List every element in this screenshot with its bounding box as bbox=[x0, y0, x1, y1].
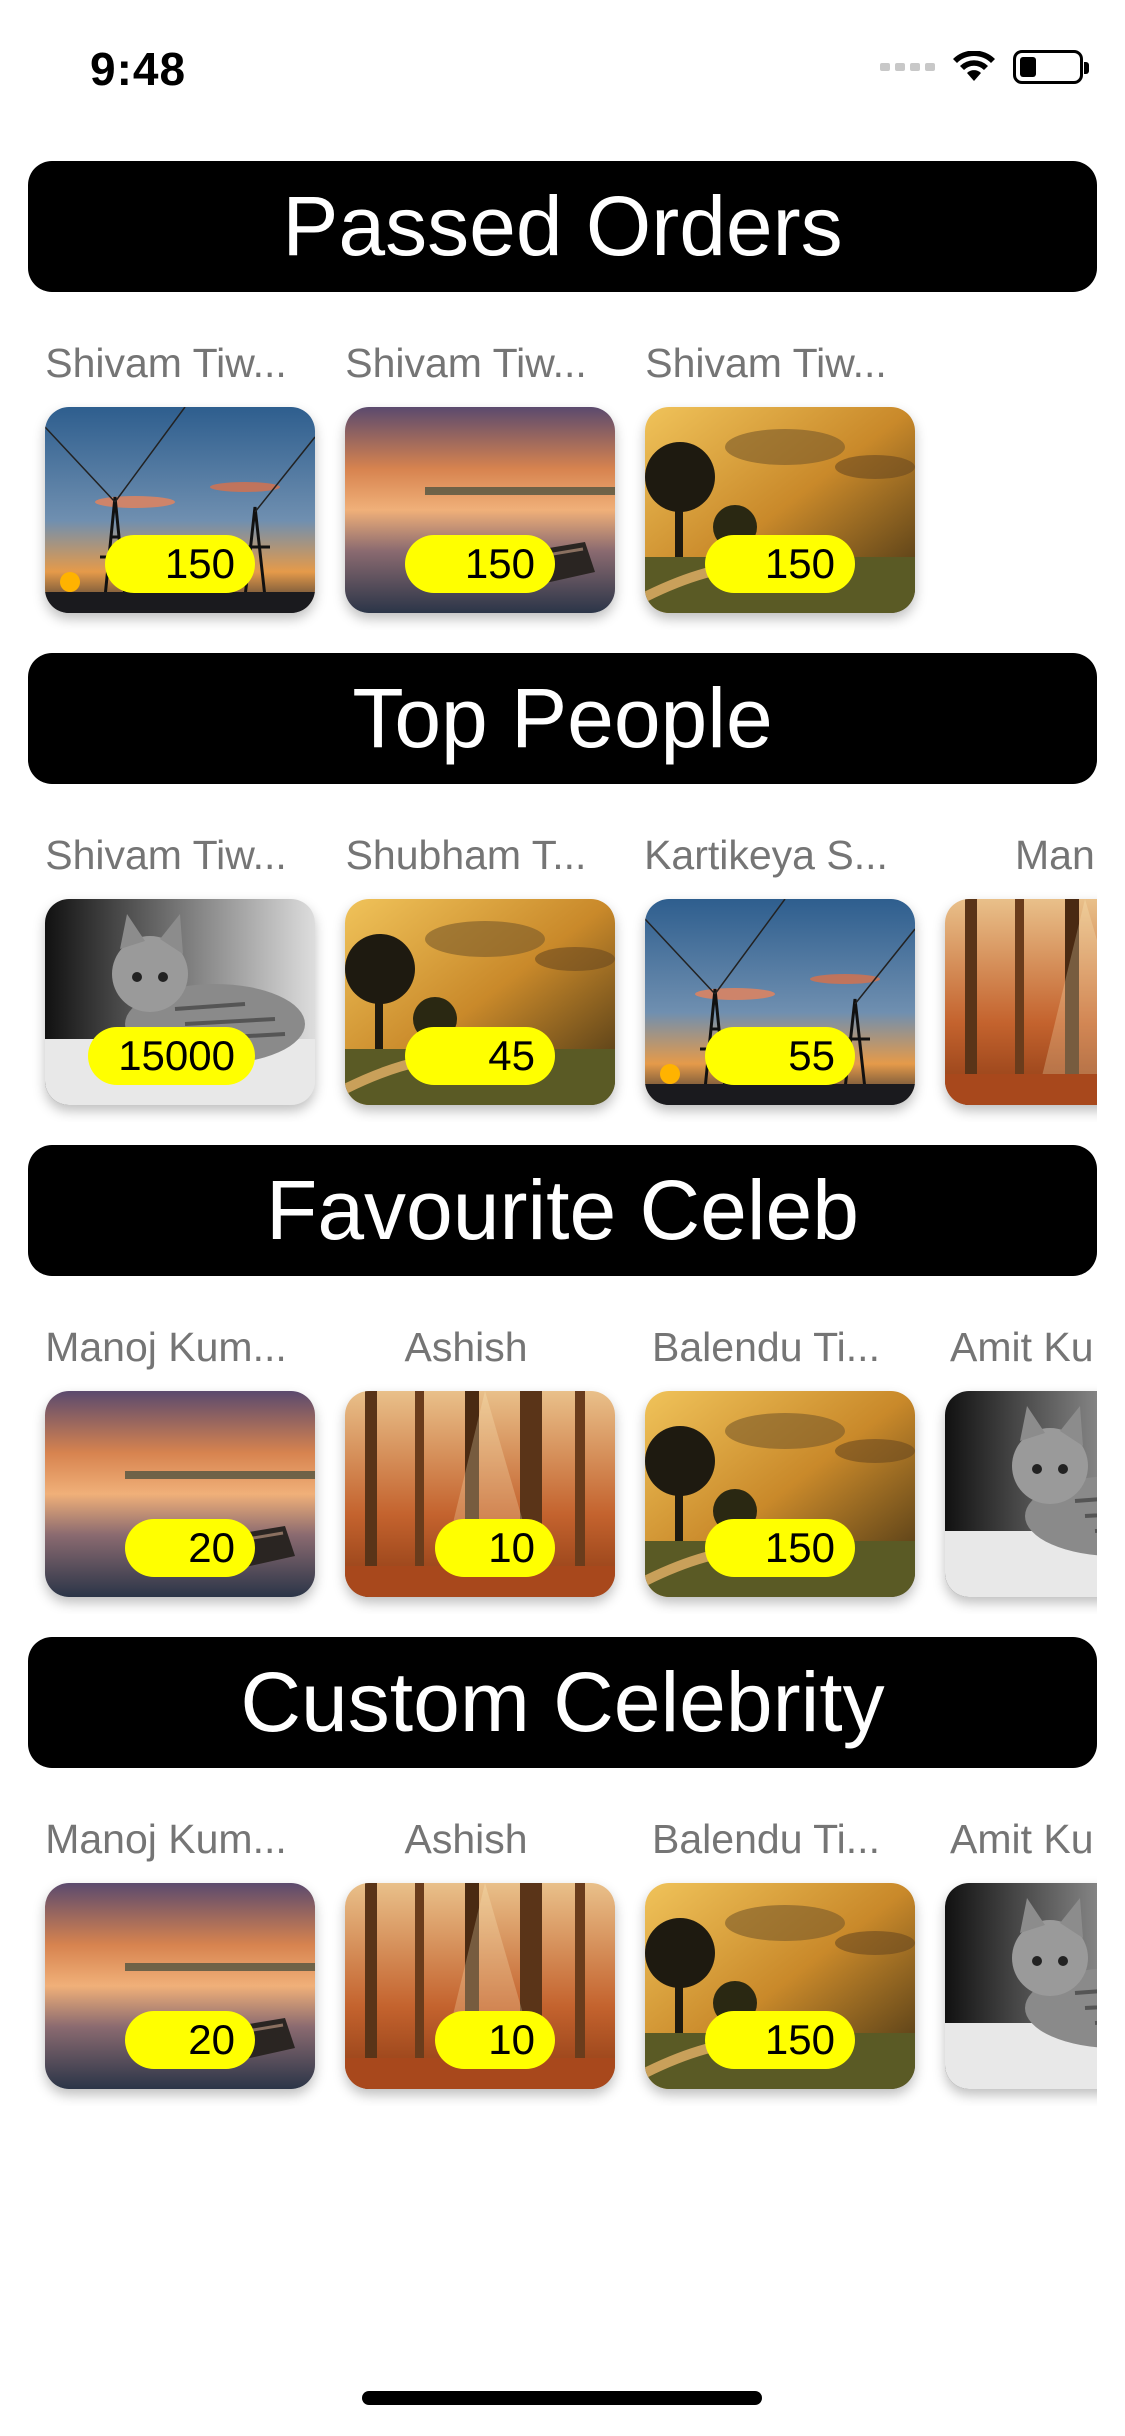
card-name: Shivam Tiw... bbox=[45, 340, 287, 386]
status-time: 9:48 bbox=[90, 43, 187, 95]
person-card[interactable]: Shubham T... 45 bbox=[330, 832, 615, 1122]
card-image[interactable]: 150 bbox=[345, 407, 615, 613]
person-card[interactable]: Manoj Kum... 20 bbox=[30, 1816, 315, 2106]
person-card[interactable]: Manoj Kum... 20 bbox=[30, 1324, 315, 1614]
card-image[interactable]: 55 bbox=[645, 899, 915, 1105]
value-badge: 20 bbox=[125, 2011, 255, 2069]
card-image[interactable]: 10 bbox=[345, 1391, 615, 1597]
person-card[interactable]: Shivam Tiw... 15000 bbox=[30, 832, 315, 1122]
value-badge: 150 bbox=[705, 2011, 855, 2069]
card-name: Kartikeya S... bbox=[644, 832, 888, 878]
card-name: Amit Ku bbox=[950, 1324, 1094, 1370]
person-card[interactable]: Amit Ku 20 bbox=[930, 1816, 1097, 2106]
value-badge: 10 bbox=[435, 1519, 555, 1577]
value-badge: 150 bbox=[105, 535, 255, 593]
card-name: Shubham T... bbox=[345, 832, 587, 878]
card-image[interactable]: 20 bbox=[45, 1883, 315, 2089]
card-image[interactable]: 20 bbox=[945, 1391, 1097, 1597]
card-image[interactable]: 45 bbox=[345, 899, 615, 1105]
home-indicator[interactable] bbox=[362, 2391, 762, 2405]
value-badge: 150 bbox=[705, 535, 855, 593]
card-name: Balendu Ti... bbox=[652, 1816, 880, 1862]
card-image[interactable]: 15000 bbox=[45, 899, 315, 1105]
card-name: Balendu Ti... bbox=[652, 1324, 880, 1370]
person-card[interactable]: Amit Ku 20 bbox=[930, 1324, 1097, 1614]
photo-thumbnail bbox=[945, 1883, 1097, 2089]
person-card[interactable]: Shivam Tiw... 150 bbox=[330, 340, 615, 630]
card-name: Shivam Tiw... bbox=[645, 340, 887, 386]
value-badge: 10 bbox=[435, 2011, 555, 2069]
card-name: Shivam Tiw... bbox=[45, 832, 287, 878]
wifi-icon bbox=[953, 51, 995, 81]
card-image[interactable]: 150 bbox=[645, 1883, 915, 2089]
card-image[interactable]: 10 bbox=[345, 1883, 615, 2089]
card-name: Amit Ku bbox=[950, 1816, 1094, 1862]
section-header-top-people: Top People bbox=[28, 653, 1097, 784]
person-card[interactable]: Ashish 10 bbox=[330, 1816, 615, 2106]
value-badge: 20 bbox=[125, 1519, 255, 1577]
card-name: Ashish bbox=[404, 1324, 528, 1370]
person-card[interactable]: Balendu Ti... 150 bbox=[630, 1816, 915, 2106]
value-badge: 15000 bbox=[88, 1027, 255, 1085]
card-row-favourite-celeb[interactable]: Manoj Kum... 20 Ashish 10 Balendu Ti... … bbox=[0, 1324, 1097, 1614]
section-header-passed-orders: Passed Orders bbox=[28, 161, 1097, 292]
card-image[interactable]: 20 bbox=[945, 1883, 1097, 2089]
card-image[interactable]: 9 bbox=[945, 899, 1097, 1105]
value-badge: 55 bbox=[705, 1027, 855, 1085]
section-header-custom-celebrity: Custom Celebrity bbox=[28, 1637, 1097, 1768]
card-image[interactable]: 150 bbox=[45, 407, 315, 613]
battery-icon bbox=[1013, 50, 1089, 84]
photo-thumbnail bbox=[945, 1391, 1097, 1597]
card-image[interactable]: 150 bbox=[645, 407, 915, 613]
photo-thumbnail bbox=[945, 899, 1097, 1105]
card-image[interactable]: 20 bbox=[45, 1391, 315, 1597]
card-name: Manoj Kum... bbox=[45, 1816, 287, 1862]
card-row-top-people[interactable]: Shivam Tiw... 15000 Shubham T... 45 Kart… bbox=[0, 832, 1097, 1122]
status-icons bbox=[880, 50, 1089, 84]
section-header-favourite-celeb: Favourite Celeb bbox=[28, 1145, 1097, 1276]
status-bar: 9:48 bbox=[0, 0, 1125, 140]
card-row-passed-orders[interactable]: Shivam Tiw... 150 Shivam Tiw... 150 Shiv… bbox=[0, 340, 1097, 630]
person-card[interactable]: Shivam Tiw... 150 bbox=[30, 340, 315, 630]
value-badge: 150 bbox=[705, 1519, 855, 1577]
card-image[interactable]: 150 bbox=[645, 1391, 915, 1597]
card-name: Shivam Tiw... bbox=[345, 340, 587, 386]
value-badge: 150 bbox=[405, 535, 555, 593]
card-name: Man bbox=[1015, 832, 1095, 878]
cellular-signal-icon bbox=[880, 63, 935, 71]
card-row-custom-celebrity[interactable]: Manoj Kum... 20 Ashish 10 Balendu Ti... … bbox=[0, 1816, 1097, 2106]
card-name: Manoj Kum... bbox=[45, 1324, 287, 1370]
person-card[interactable]: Balendu Ti... 150 bbox=[630, 1324, 915, 1614]
person-card[interactable]: Ashish 10 bbox=[330, 1324, 615, 1614]
value-badge: 45 bbox=[405, 1027, 555, 1085]
person-card[interactable]: Man 9 bbox=[930, 832, 1097, 1122]
person-card[interactable]: Kartikeya S... 55 bbox=[630, 832, 915, 1122]
card-name: Ashish bbox=[404, 1816, 528, 1862]
person-card[interactable]: Shivam Tiw... 150 bbox=[630, 340, 915, 630]
